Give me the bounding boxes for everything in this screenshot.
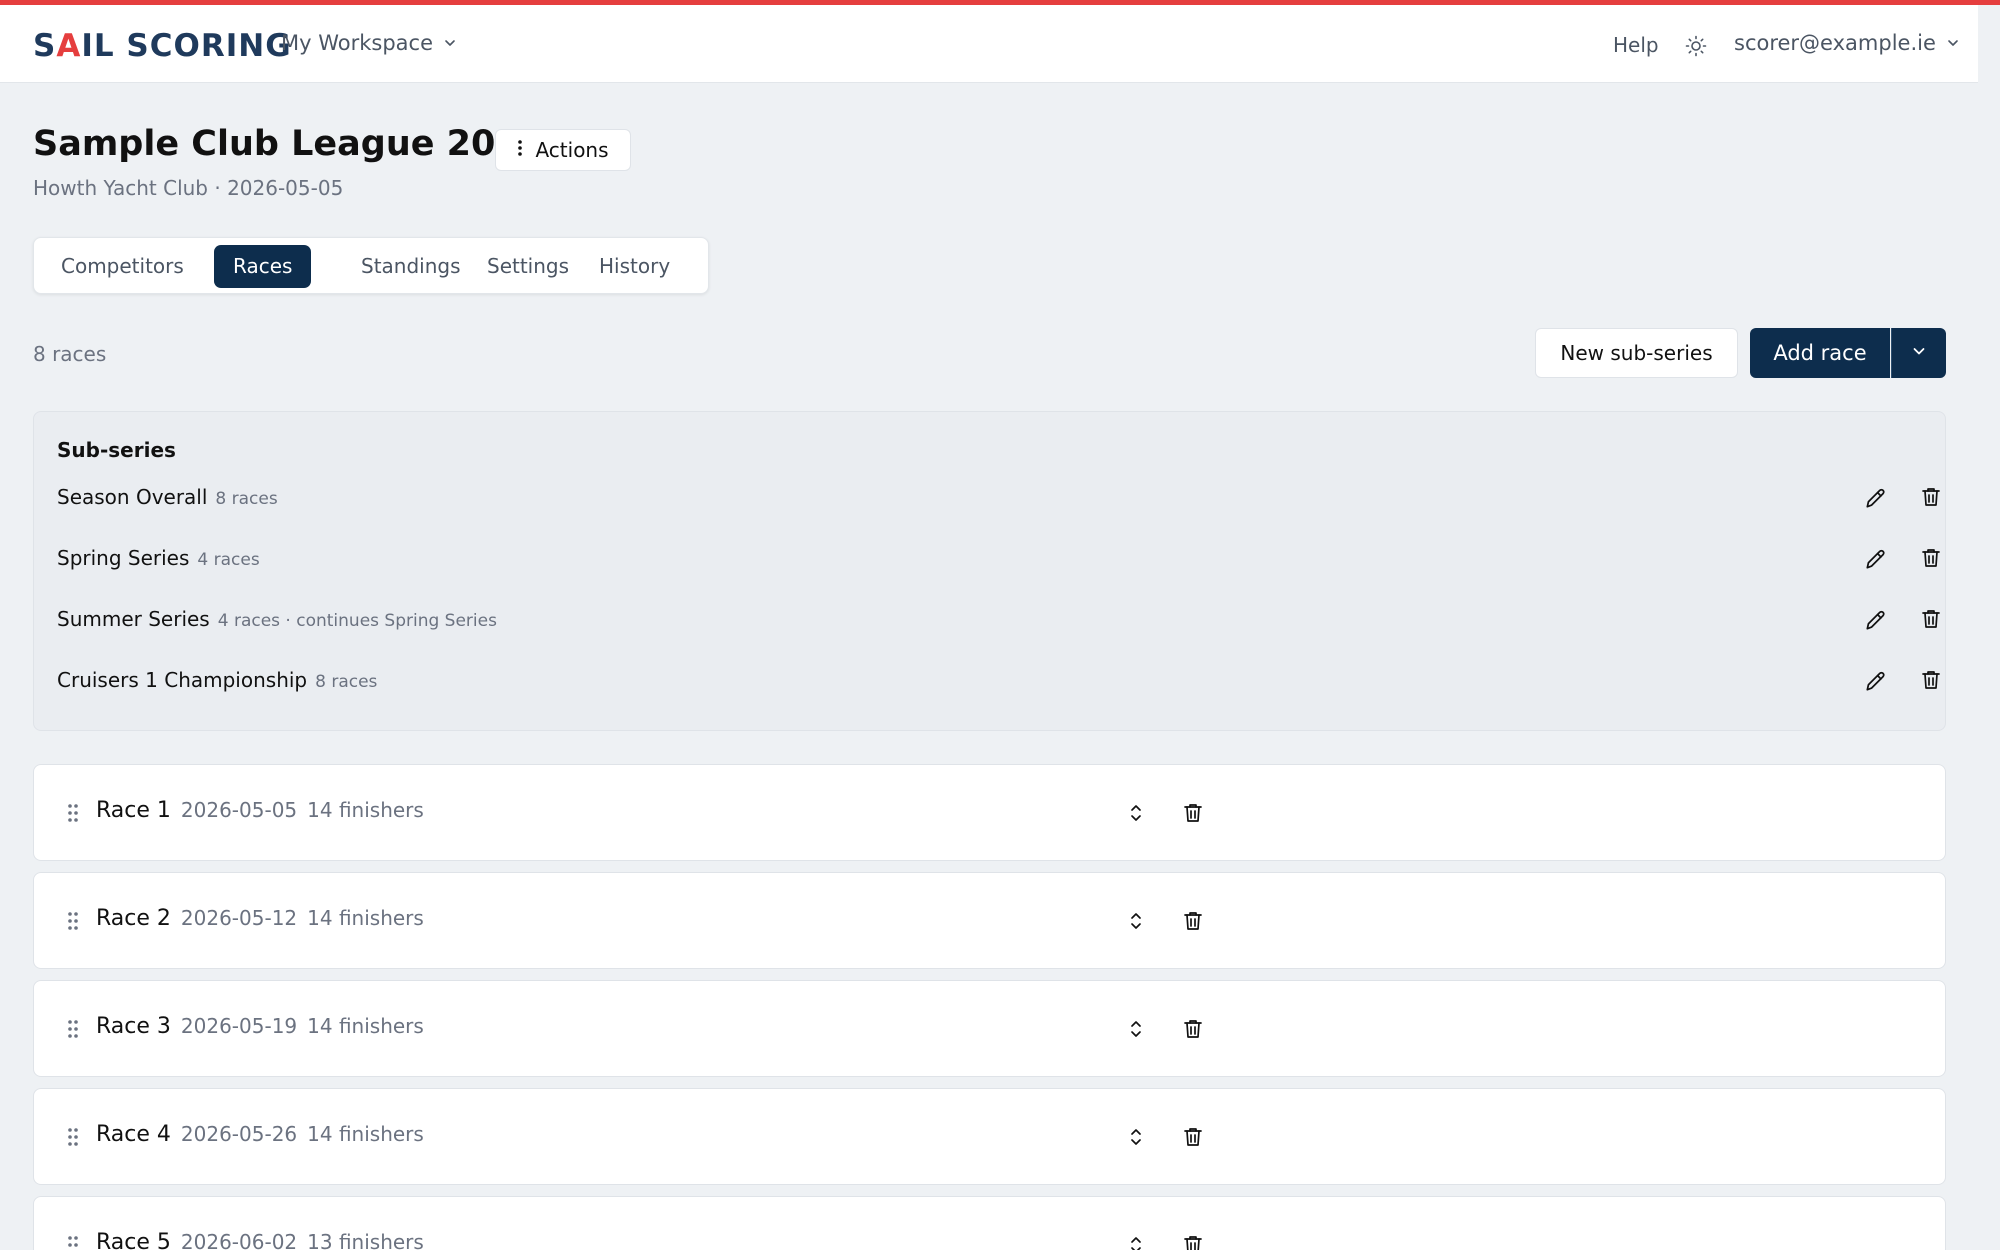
race-name: Race 4 [96,1122,171,1147]
subseries-row: Summer Series 4 races · continues Spring … [57,599,1940,639]
tab-bar: Competitors Races Standings Settings His… [33,237,709,294]
tab-settings[interactable]: Settings [468,245,588,288]
race-finishers: 14 finishers [307,1122,424,1146]
subseries-name: Spring Series 4 races [57,546,260,570]
race-heading: Race 4 2026-05-26 14 finishers [96,1122,424,1147]
subseries-name: Cruisers 1 Championship 8 races [57,668,377,692]
trash-icon[interactable] [1919,607,1945,633]
race-date: 2026-05-12 [180,906,298,930]
race-card[interactable]: Race 3 2026-05-19 14 finishers [33,980,1946,1077]
workspace-label: My Workspace [281,31,434,55]
workspace-switcher[interactable]: My Workspace [281,31,457,55]
subseries-title: Summer Series [57,607,210,631]
pencil-icon[interactable] [1863,607,1889,633]
help-link[interactable]: Help [1613,33,1659,57]
subseries-panel: Sub-series Season Overall 8 races Spring S… [33,411,1946,731]
subseries-meta: 4 races · continues Spring Series [217,611,497,631]
race-date: 2026-05-26 [180,1122,298,1146]
race-card[interactable]: Race 1 2026-05-05 14 finishers [33,764,1946,861]
app-header: SAIL SCORING My Workspace Help scorer@ex… [0,5,1978,83]
race-finishers: 14 finishers [307,906,424,930]
trash-icon[interactable] [1919,485,1945,511]
expand-collapse-icon[interactable] [1124,801,1148,825]
subseries-row: Cruisers 1 Championship 8 races [57,660,1940,700]
user-email: scorer@example.ie [1734,31,1936,55]
drag-handle-icon[interactable] [66,802,80,824]
new-subseries-button[interactable]: New sub-series [1535,328,1738,378]
page-title: Sample Club League 2026 [33,124,545,164]
race-date: 2026-05-19 [180,1014,298,1038]
app-logo[interactable]: SAIL SCORING [33,28,292,64]
trash-icon[interactable] [1181,801,1205,825]
tab-history[interactable]: History [580,245,689,288]
race-card[interactable]: Race 4 2026-05-26 14 finishers [33,1088,1946,1185]
race-finishers: 14 finishers [307,1014,424,1038]
chevron-down-icon [1946,36,1960,50]
subseries-title: Season Overall [57,485,208,509]
trash-icon[interactable] [1919,546,1945,572]
race-name: Race 3 [96,1014,171,1039]
race-date: 2026-05-05 [180,798,298,822]
trash-icon[interactable] [1919,668,1945,694]
tab-standings[interactable]: Standings [342,245,480,288]
race-name: Race 2 [96,906,171,931]
tab-competitors[interactable]: Competitors [42,245,203,288]
subseries-meta: 8 races [215,489,278,509]
sun-icon[interactable] [1684,34,1708,58]
trash-icon[interactable] [1181,1233,1205,1250]
pencil-icon[interactable] [1863,668,1889,694]
expand-collapse-icon[interactable] [1124,1125,1148,1149]
drag-handle-icon[interactable] [66,1126,80,1148]
drag-handle-icon[interactable] [66,910,80,932]
subseries-row: Season Overall 8 races [57,477,1940,517]
pencil-icon[interactable] [1863,485,1889,511]
race-card[interactable]: Race 5 2026-06-02 13 finishers [33,1196,1946,1250]
race-finishers: 14 finishers [307,798,424,822]
subseries-meta: 8 races [315,672,378,692]
race-heading: Race 3 2026-05-19 14 finishers [96,1014,424,1039]
race-finishers: 13 finishers [307,1230,424,1250]
page-subtitle: Howth Yacht Club · 2026-05-05 [33,176,344,200]
chevron-down-icon [443,36,457,50]
race-card[interactable]: Race 2 2026-05-12 14 finishers [33,872,1946,969]
drag-handle-icon[interactable] [66,1018,80,1040]
trash-icon[interactable] [1181,909,1205,933]
actions-label: Actions [535,138,609,162]
race-heading: Race 1 2026-05-05 14 finishers [96,798,424,823]
kebab-icon [517,138,523,162]
actions-button[interactable]: Actions [495,129,631,171]
chevron-down-icon [1911,343,1927,363]
subseries-title: Cruisers 1 Championship [57,668,308,692]
add-race-menu-button[interactable] [1891,328,1946,378]
race-count: 8 races [33,342,107,366]
subseries-title: Spring Series [57,546,190,570]
race-name: Race 1 [96,798,171,823]
subseries-name: Summer Series 4 races · continues Spring … [57,607,497,631]
subseries-heading: Sub-series [57,438,176,462]
trash-icon[interactable] [1181,1125,1205,1149]
subseries-row: Spring Series 4 races [57,538,1940,578]
expand-collapse-icon[interactable] [1124,909,1148,933]
race-name: Race 5 [96,1230,171,1250]
expand-collapse-icon[interactable] [1124,1017,1148,1041]
subseries-name: Season Overall 8 races [57,485,278,509]
user-menu[interactable]: scorer@example.ie [1734,31,1960,55]
race-heading: Race 5 2026-06-02 13 finishers [96,1230,424,1250]
expand-collapse-icon[interactable] [1124,1233,1148,1250]
tab-races[interactable]: Races [214,245,312,288]
pencil-icon[interactable] [1863,546,1889,572]
add-race-button[interactable]: Add race [1750,328,1890,378]
race-heading: Race 2 2026-05-12 14 finishers [96,906,424,931]
drag-handle-icon[interactable] [66,1234,80,1250]
trash-icon[interactable] [1181,1017,1205,1041]
subseries-meta: 4 races [197,550,260,570]
race-date: 2026-06-02 [180,1230,298,1250]
